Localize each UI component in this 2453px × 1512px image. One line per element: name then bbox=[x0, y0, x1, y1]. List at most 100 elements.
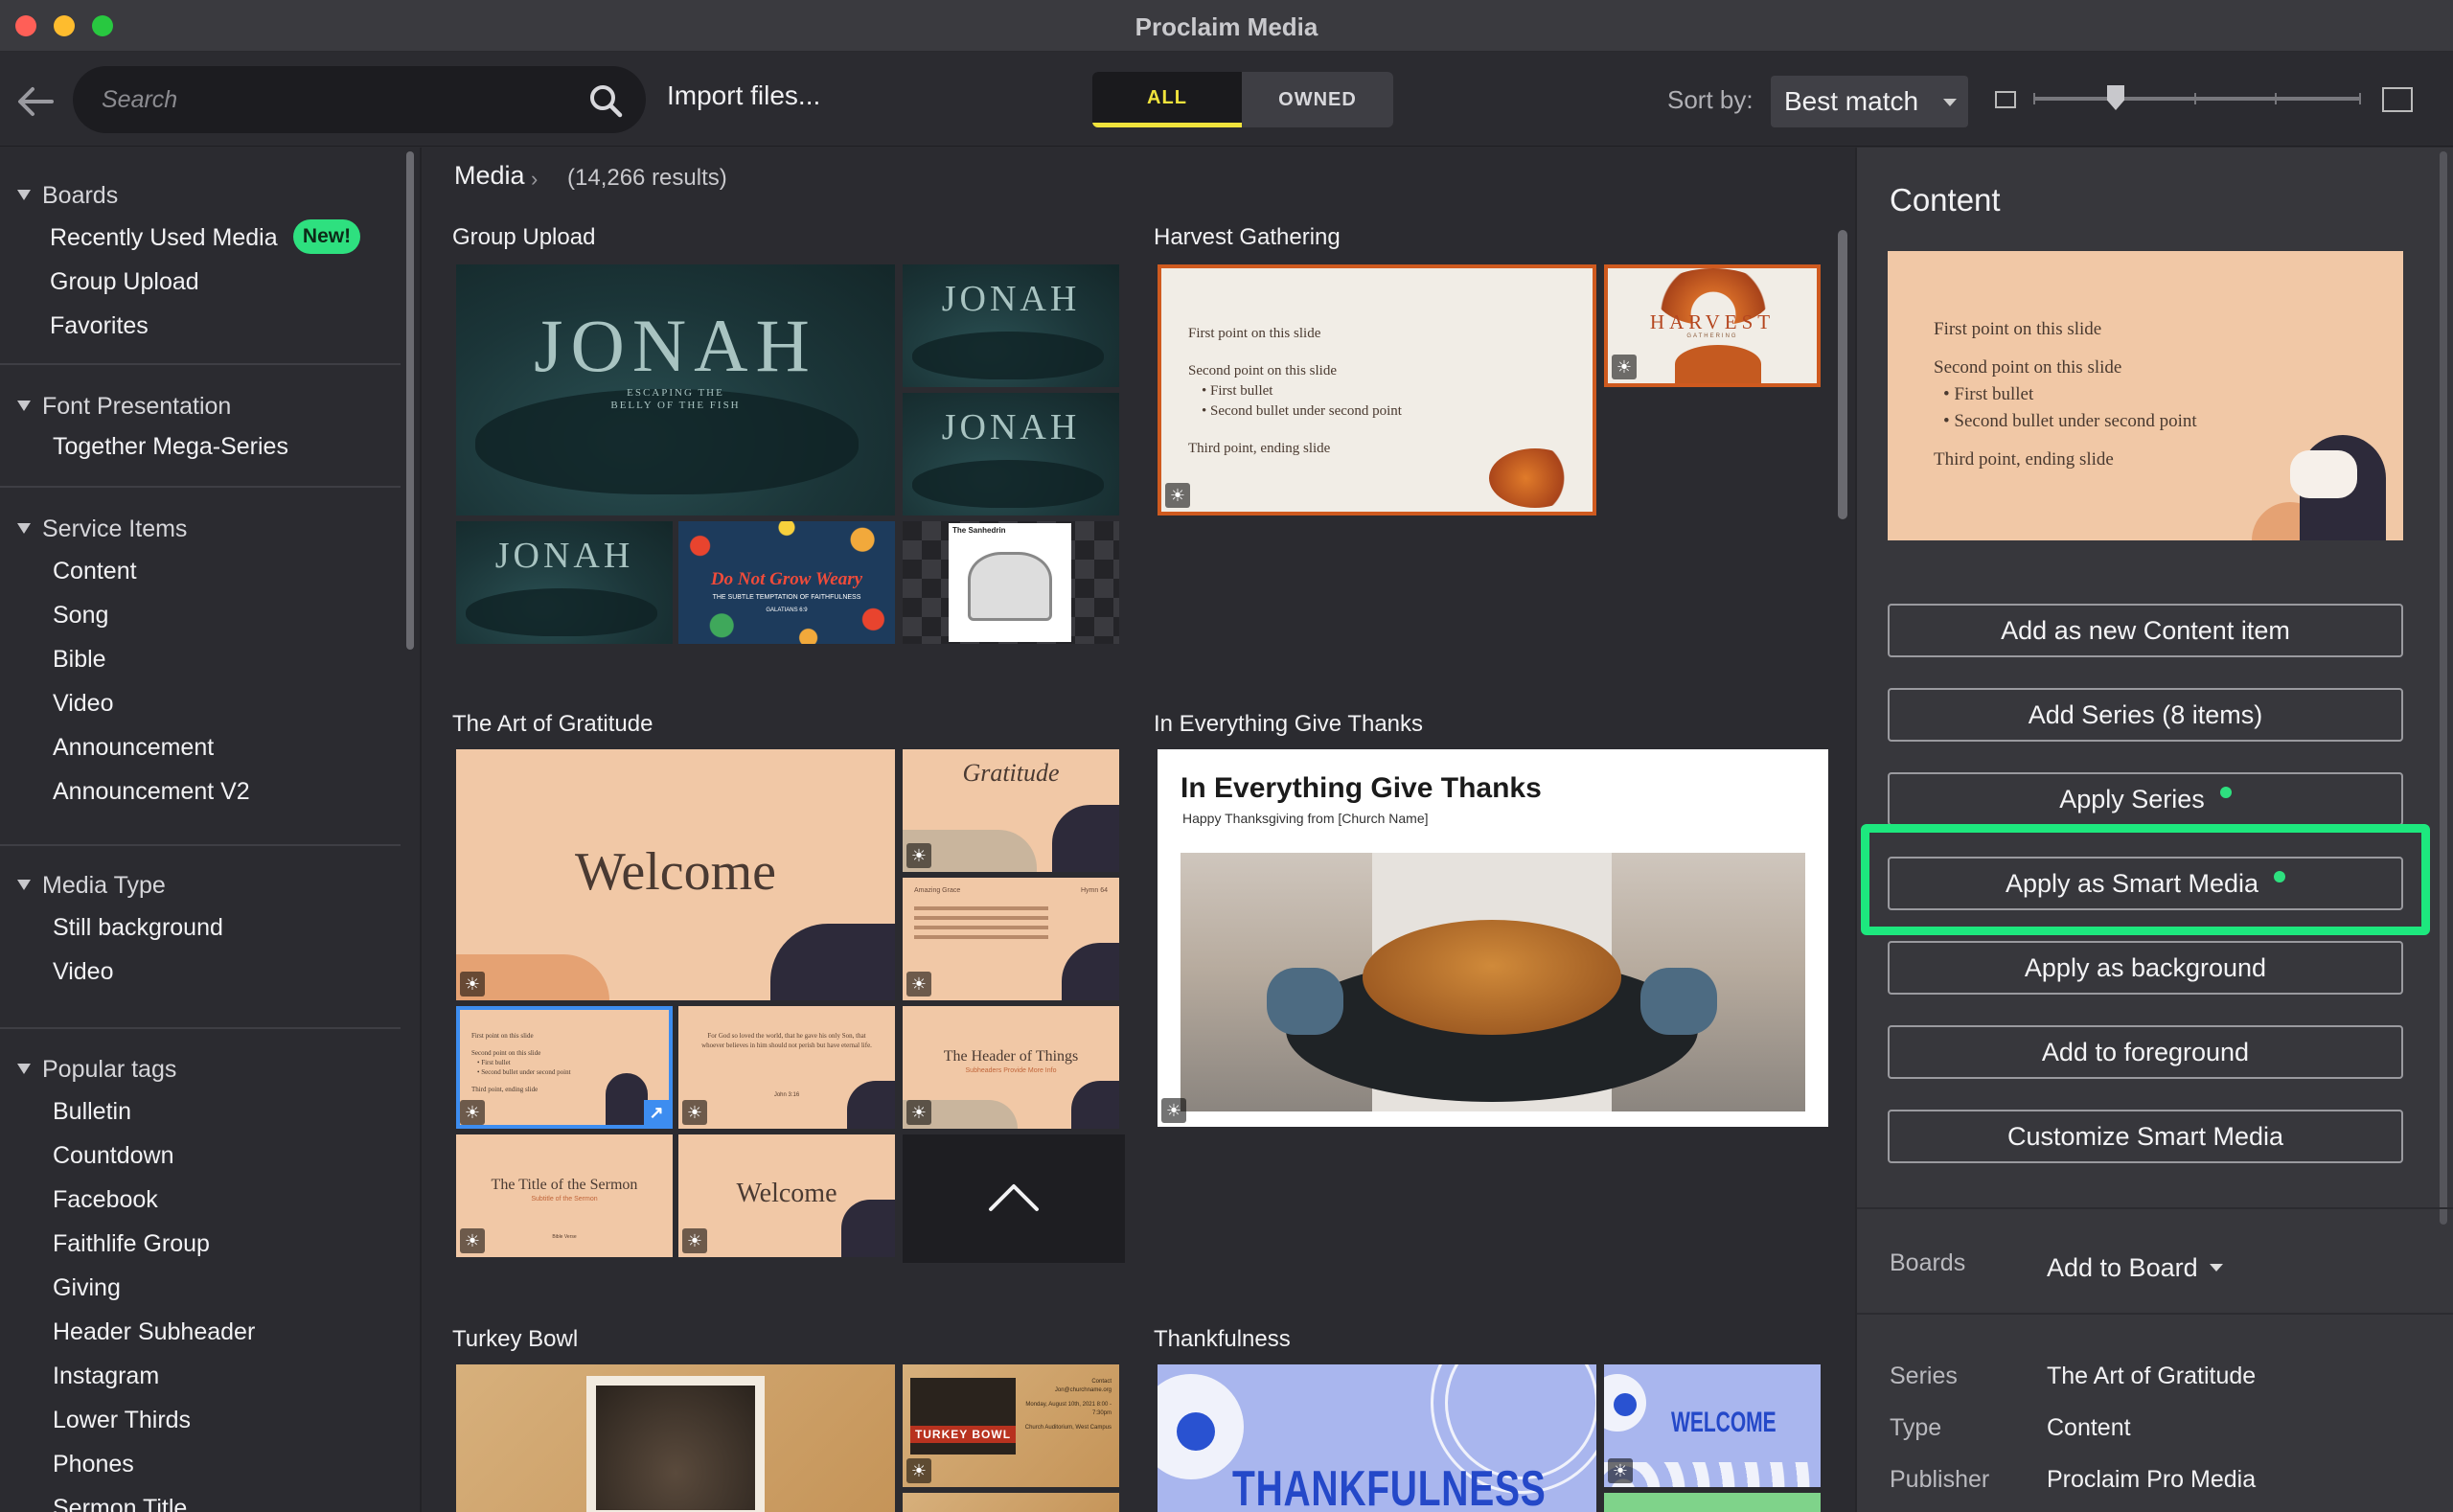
search-box[interactable] bbox=[73, 66, 646, 133]
small-thumbnail-icon[interactable] bbox=[1995, 91, 2016, 108]
sidebar-section-font-presentation[interactable]: Font Presentation bbox=[17, 393, 231, 421]
sidebar-item-faithlife-group[interactable]: Faithlife Group bbox=[53, 1230, 210, 1258]
details-panel: Content First point on this slide Second… bbox=[1855, 148, 2453, 1512]
search-icon[interactable] bbox=[588, 83, 623, 118]
light-mode-icon: ☀ bbox=[1161, 1098, 1186, 1123]
sidebar-item-instagram[interactable]: Instagram bbox=[53, 1363, 159, 1390]
sidebar-item-together-mega-series[interactable]: Together Mega-Series bbox=[53, 433, 288, 461]
sidebar-item-still-background[interactable]: Still background bbox=[53, 914, 223, 942]
slide-bullet: • First bullet bbox=[1943, 384, 2034, 404]
sidebar-item-sermon-title[interactable]: Sermon Title bbox=[53, 1495, 187, 1512]
thumbnail-title: The Title of the Sermon bbox=[491, 1177, 638, 1193]
meta-value-publisher[interactable]: Proclaim Pro Media bbox=[2047, 1466, 2256, 1494]
media-thumbnail-header[interactable]: The Header of Things Subheaders Provide … bbox=[903, 1006, 1119, 1129]
add-to-foreground-button[interactable]: Add to foreground bbox=[1888, 1025, 2403, 1079]
thumbnail-size-slider[interactable] bbox=[2033, 97, 2361, 101]
media-thumbnail-give-thanks[interactable]: In Everything Give Thanks Happy Thanksgi… bbox=[1158, 749, 1828, 1127]
sidebar-section-media-type[interactable]: Media Type bbox=[17, 872, 166, 900]
panel-divider bbox=[1857, 1313, 2453, 1315]
sidebar-item-giving[interactable]: Giving bbox=[53, 1274, 121, 1302]
media-thumbnail-scripture[interactable]: For God so loved the world, that he gave… bbox=[678, 1006, 895, 1129]
media-thumbnail-jonah[interactable]: JONAH bbox=[456, 521, 673, 644]
link-arrow-icon[interactable]: ↗ bbox=[644, 1100, 669, 1125]
collapse-group-button[interactable] bbox=[903, 1134, 1125, 1263]
sidebar-item-bible[interactable]: Bible bbox=[53, 646, 106, 674]
disclosure-triangle-icon bbox=[17, 1064, 31, 1074]
meta-value-type: Content bbox=[2047, 1414, 2131, 1441]
woman-illustration bbox=[606, 1073, 648, 1125]
event-contact-label: Contact bbox=[1091, 1379, 1112, 1385]
media-thumbnail-jonah[interactable]: JONAH bbox=[903, 393, 1119, 515]
import-files-link[interactable]: Import files... bbox=[667, 80, 820, 111]
section-title: Popular tags bbox=[42, 1056, 177, 1083]
media-thumbnail-welcome[interactable]: Welcome ☀ bbox=[456, 749, 895, 1000]
group-title[interactable]: Turkey Bowl bbox=[452, 1326, 578, 1353]
sidebar-item-group-upload[interactable]: Group Upload bbox=[50, 268, 199, 296]
slider-tick bbox=[2194, 93, 2196, 104]
slide-line: Third point, ending slide bbox=[1188, 441, 1331, 456]
group-title[interactable]: Harvest Gathering bbox=[1154, 224, 1341, 251]
media-thumbnail-turkey-bowl-info[interactable]: TURKEY BOWL Contact Jon@churchname.org M… bbox=[903, 1364, 1119, 1487]
sidebar-section-boards[interactable]: Boards bbox=[17, 182, 118, 210]
add-to-board-dropdown[interactable]: Add to Board bbox=[2047, 1253, 2223, 1283]
media-thumbnail-sermon-title[interactable]: The Title of the Sermon Subtitle of the … bbox=[456, 1134, 673, 1257]
media-thumbnail-jonah[interactable]: JONAH bbox=[903, 264, 1119, 387]
media-scrollbar[interactable] bbox=[1838, 230, 1847, 519]
media-thumbnail-welcome-small[interactable]: Welcome ☀ bbox=[678, 1134, 895, 1257]
slider-thumb[interactable] bbox=[2107, 85, 2124, 110]
media-thumbnail-amazing-grace[interactable]: Amazing Grace Hymn 64 ☀ bbox=[903, 878, 1119, 1000]
breadcrumb[interactable]: Media bbox=[454, 161, 525, 191]
filter-owned-tab[interactable]: OWNED bbox=[1242, 72, 1393, 127]
sort-dropdown[interactable]: Best match bbox=[1771, 76, 1968, 127]
sidebar-item-video[interactable]: Video bbox=[53, 690, 114, 718]
meta-value-series[interactable]: The Art of Gratitude bbox=[2047, 1363, 2256, 1390]
panel-scrollbar[interactable] bbox=[2440, 151, 2447, 1225]
sidebar-item-countdown[interactable]: Countdown bbox=[53, 1142, 173, 1170]
add-as-new-content-item-button[interactable]: Add as new Content item bbox=[1888, 604, 2403, 657]
bullet-text: First bullet bbox=[1210, 383, 1273, 399]
media-thumbnail-do-not-grow-weary[interactable]: Do Not Grow Weary THE SUBTLE TEMPTATION … bbox=[678, 521, 895, 644]
group-title[interactable]: Thankfulness bbox=[1154, 1326, 1291, 1353]
thumbnail-subtitle: Subheaders Provide More Info bbox=[965, 1067, 1057, 1074]
media-thumbnail-gratitude[interactable]: Gratitude ☀ bbox=[903, 749, 1119, 872]
sidebar-item-facebook[interactable]: Facebook bbox=[53, 1186, 158, 1214]
sidebar-item-favorites[interactable]: Favorites bbox=[50, 312, 149, 340]
sidebar-item-phones[interactable]: Phones bbox=[53, 1451, 134, 1478]
media-thumbnail-content-selected[interactable]: First point on this slide Second point o… bbox=[456, 1006, 673, 1129]
media-thumbnail-turkey-bowl-more[interactable] bbox=[903, 1493, 1119, 1512]
sidebar-section-popular-tags[interactable]: Popular tags bbox=[17, 1056, 176, 1084]
sidebar-item-content[interactable]: Content bbox=[53, 558, 137, 585]
media-thumbnail-thankfulness[interactable]: THANKFULNESS bbox=[1158, 1364, 1596, 1512]
filter-all-tab[interactable]: ALL bbox=[1092, 72, 1242, 127]
customize-smart-media-button[interactable]: Customize Smart Media bbox=[1888, 1110, 2403, 1163]
sidebar-item-header-subheader[interactable]: Header Subheader bbox=[53, 1318, 255, 1346]
sidebar-item-video-type[interactable]: Video bbox=[53, 958, 114, 986]
media-thumbnail-harvest-title[interactable]: HARVEST GATHERING ☀ bbox=[1604, 264, 1821, 387]
sidebar-item-announcement[interactable]: Announcement bbox=[53, 734, 214, 762]
apply-as-background-button[interactable]: Apply as background bbox=[1888, 941, 2403, 995]
sidebar-item-song[interactable]: Song bbox=[53, 602, 108, 630]
apply-as-smart-media-button[interactable]: Apply as Smart Media bbox=[1888, 857, 2403, 910]
search-input[interactable] bbox=[102, 66, 581, 133]
media-thumbnail-thankfulness-more[interactable] bbox=[1604, 1493, 1821, 1512]
sidebar-section-service-items[interactable]: Service Items bbox=[17, 515, 187, 543]
sidebar-item-recently-used-media[interactable]: Recently Used Media bbox=[50, 224, 278, 252]
sidebar-scrollbar[interactable] bbox=[406, 151, 414, 650]
media-thumbnail-sanhedrin[interactable]: The Sanhedrin bbox=[903, 521, 1119, 644]
sidebar-item-announcement-v2[interactable]: Announcement V2 bbox=[53, 778, 250, 806]
group-title[interactable]: Group Upload bbox=[452, 224, 595, 251]
media-thumbnail-turkey-bowl[interactable] bbox=[456, 1364, 895, 1512]
media-thumbnail-jonah[interactable]: JONAH ESCAPING THE BELLY OF THE FISH bbox=[456, 264, 895, 515]
group-title[interactable]: The Art of Gratitude bbox=[452, 711, 653, 738]
panel-divider bbox=[1857, 1207, 2453, 1209]
add-series-button[interactable]: Add Series (8 items) bbox=[1888, 688, 2403, 742]
group-title[interactable]: In Everything Give Thanks bbox=[1154, 711, 1423, 738]
apply-series-button[interactable]: Apply Series bbox=[1888, 772, 2403, 826]
large-thumbnail-icon[interactable] bbox=[2382, 87, 2413, 112]
back-button[interactable] bbox=[13, 80, 57, 124]
media-thumbnail-harvest-content[interactable]: First point on this slide Second point o… bbox=[1158, 264, 1596, 515]
woman-illustration bbox=[1052, 805, 1119, 872]
media-thumbnail-thankfulness-welcome[interactable]: WELCOME ☀ bbox=[1604, 1364, 1821, 1487]
sidebar-item-bulletin[interactable]: Bulletin bbox=[53, 1098, 131, 1126]
sidebar-item-lower-thirds[interactable]: Lower Thirds bbox=[53, 1407, 191, 1434]
